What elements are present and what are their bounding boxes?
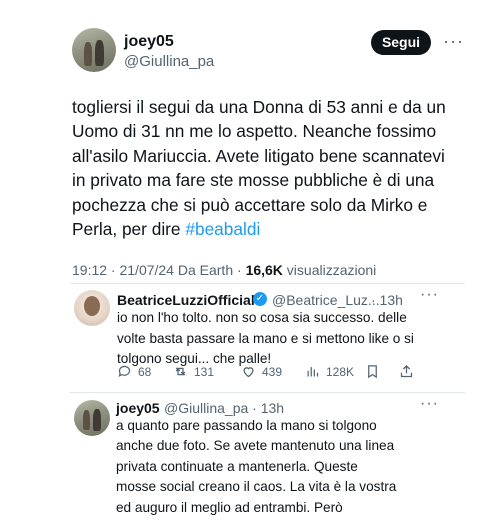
more-options-icon[interactable]: ··· — [420, 395, 439, 413]
more-options-icon[interactable]: ··· — [420, 286, 439, 304]
reply-handle[interactable]: @Beatrice_Luz... — [272, 292, 380, 308]
divider — [70, 283, 465, 284]
tweet-body-text: togliersi il segui da una Donna di 53 an… — [72, 97, 446, 240]
views-label: visualizzazioni — [282, 262, 377, 278]
author-handle[interactable]: @Giullina_pa — [124, 53, 214, 70]
retweet-count: 131 — [194, 364, 215, 379]
hashtag-link[interactable]: #beabaldi — [185, 219, 260, 239]
avatar-figure — [84, 42, 92, 66]
reply-avatar[interactable] — [74, 400, 110, 436]
tweet-timestamp[interactable]: 19:12 · 21/07/24 Da Earth · — [72, 262, 246, 278]
reply-display-name[interactable]: joey05 — [116, 400, 160, 416]
avatar-figure — [95, 40, 104, 66]
reply-handle[interactable]: @Giullina_pa · 13h — [164, 400, 284, 416]
author-display-name[interactable]: joey05 — [124, 33, 174, 51]
views-action[interactable]: 128K — [305, 364, 354, 379]
avatar-figure — [93, 409, 101, 431]
verified-badge-icon: ✓ — [253, 292, 267, 306]
reply-action[interactable]: 68 — [117, 364, 151, 379]
share-icon — [400, 364, 413, 378]
reply-text: a quanto pare passando la mano si tolgon… — [116, 418, 397, 522]
divider — [70, 392, 465, 393]
retweet-icon — [175, 367, 186, 376]
heart-icon — [243, 367, 254, 378]
more-options-icon[interactable]: ··· — [443, 31, 464, 52]
like-action[interactable]: 439 — [241, 364, 282, 379]
views-count: 16,6K — [245, 262, 283, 278]
retweet-action[interactable]: 131 — [173, 364, 214, 379]
view-count: 128K — [326, 364, 355, 379]
tweet-text: togliersi il segui da una Donna di 53 an… — [72, 95, 457, 241]
reply-text: io non l'ho tolto. non so cosa sia succe… — [117, 310, 414, 367]
comment-icon — [118, 365, 131, 378]
like-count: 439 — [262, 364, 283, 379]
reply-display-name[interactable]: BeatriceLuzziOfficial — [117, 292, 255, 308]
analytics-icon — [307, 367, 319, 377]
reply-actions-bar: 68 131 439 128K — [117, 364, 417, 380]
bookmark-icon — [368, 365, 377, 379]
avatar-figure — [83, 410, 90, 430]
tweet-meta: 19:12 · 21/07/24 Da Earth · 16,6K visual… — [72, 262, 376, 278]
author-avatar[interactable] — [72, 28, 116, 72]
follow-button[interactable]: Segui — [371, 30, 431, 55]
reply-avatar[interactable] — [74, 290, 110, 326]
bookmark-action[interactable] — [365, 364, 380, 379]
reply-count: 68 — [138, 364, 152, 379]
reply-time[interactable]: · 13h — [371, 292, 403, 308]
avatar-figure — [84, 296, 100, 316]
share-action[interactable] — [399, 364, 414, 379]
